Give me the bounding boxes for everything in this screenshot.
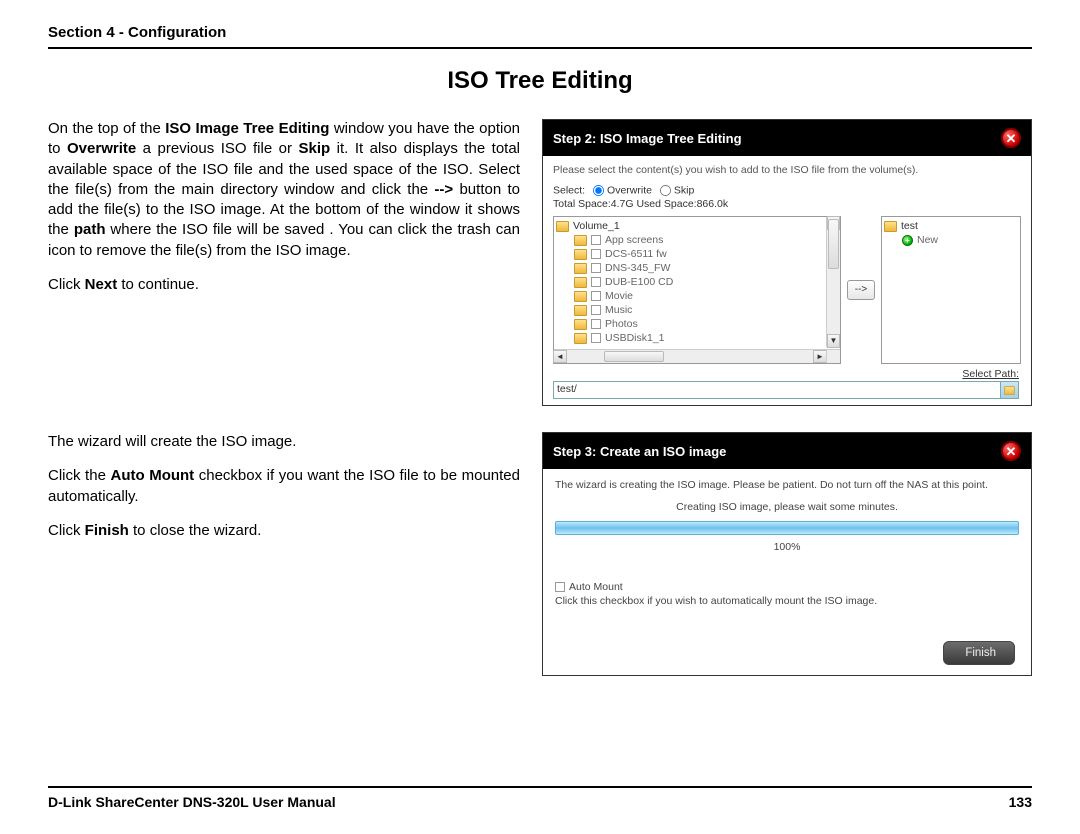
- scroll-down-icon[interactable]: ▼: [827, 334, 840, 348]
- target-tree[interactable]: test + New: [881, 216, 1021, 364]
- checkbox[interactable]: [591, 249, 601, 259]
- select-path-label: Select Path:: [553, 368, 1019, 380]
- step2-header: Step 2: ISO Image Tree Editing ✕: [543, 120, 1031, 156]
- tree-root[interactable]: Volume_1: [556, 219, 838, 233]
- close-icon[interactable]: ✕: [1001, 441, 1021, 461]
- checkbox[interactable]: [591, 319, 601, 329]
- step2-title: Step 2: ISO Image Tree Editing: [553, 131, 742, 146]
- folder-icon: [556, 221, 569, 232]
- folder-icon: [884, 221, 897, 232]
- step2-instruction: Please select the content(s) you wish to…: [553, 164, 1021, 176]
- overwrite-radio[interactable]: [593, 185, 604, 196]
- folder-icon: [574, 277, 587, 288]
- close-icon[interactable]: ✕: [1001, 128, 1021, 148]
- tree-item[interactable]: Music: [556, 303, 838, 317]
- step2-panel: Step 2: ISO Image Tree Editing ✕ Please …: [542, 119, 1032, 406]
- creating-label: Creating ISO image, please wait some min…: [555, 501, 1019, 513]
- folder-icon: [574, 305, 587, 316]
- step3-panel: Step 3: Create an ISO image ✕ The wizard…: [542, 432, 1032, 676]
- page-number: 133: [1009, 794, 1032, 810]
- scroll-thumb[interactable]: [828, 219, 839, 269]
- folder-icon: [574, 333, 587, 344]
- skip-radio[interactable]: [660, 185, 671, 196]
- scroll-corner: [826, 349, 840, 363]
- checkbox[interactable]: [591, 263, 601, 273]
- scroll-right-icon[interactable]: ►: [813, 350, 827, 363]
- checkbox[interactable]: [591, 235, 601, 245]
- progress-bar: [555, 521, 1019, 535]
- paragraph-5: Click Finish to close the wizard.: [48, 521, 520, 541]
- checkbox[interactable]: [591, 291, 601, 301]
- folder-icon: [574, 291, 587, 302]
- horizontal-scrollbar[interactable]: ◄ ►: [554, 349, 826, 363]
- step3-title: Step 3: Create an ISO image: [553, 444, 726, 459]
- add-icon: +: [902, 235, 913, 246]
- source-tree[interactable]: Volume_1 App screens DCS-6511 fw DNS-345…: [553, 216, 841, 364]
- folder-icon: [1004, 386, 1014, 395]
- tree-item[interactable]: Movie: [556, 289, 838, 303]
- tree-item[interactable]: DNS-345_FW: [556, 261, 838, 275]
- description-block-2: The wizard will create the ISO image. Cl…: [48, 432, 520, 676]
- tree-item[interactable]: App screens: [556, 233, 838, 247]
- folder-icon: [574, 263, 587, 274]
- paragraph-2: Click Next to continue.: [48, 275, 520, 295]
- checkbox[interactable]: [591, 333, 601, 343]
- description-block-1: On the top of the ISO Image Tree Editing…: [48, 119, 520, 406]
- page-title: ISO Tree Editing: [48, 67, 1032, 95]
- automount-checkbox[interactable]: [555, 582, 565, 592]
- page-footer: D-Link ShareCenter DNS-320L User Manual …: [48, 786, 1032, 810]
- folder-icon: [574, 235, 587, 246]
- tree-item-new[interactable]: + New: [884, 233, 1018, 247]
- tree-item[interactable]: Photos: [556, 317, 838, 331]
- automount-row: Auto Mount: [555, 581, 1019, 593]
- browse-path-button[interactable]: [1000, 382, 1018, 398]
- tree-root[interactable]: test: [884, 219, 1018, 233]
- folder-icon: [574, 319, 587, 330]
- manual-name: D-Link ShareCenter DNS-320L User Manual: [48, 794, 336, 810]
- tree-item[interactable]: DCS-6511 fw: [556, 247, 838, 261]
- checkbox[interactable]: [591, 305, 601, 315]
- automount-description: Click this checkbox if you wish to autom…: [555, 595, 1019, 607]
- path-input[interactable]: test/: [553, 381, 1019, 399]
- section-header: Section 4 - Configuration: [48, 24, 1032, 49]
- automount-label: Auto Mount: [569, 581, 623, 593]
- tree-item[interactable]: DUB-E100 CD: [556, 275, 838, 289]
- folder-icon: [574, 249, 587, 260]
- tree-item[interactable]: USBDisk1_1: [556, 331, 838, 345]
- progress-percent: 100%: [555, 541, 1019, 553]
- step3-instruction: The wizard is creating the ISO image. Pl…: [555, 479, 1019, 491]
- checkbox[interactable]: [591, 277, 601, 287]
- space-info: Total Space:4.7G Used Space:866.0k: [553, 198, 1021, 210]
- paragraph-3: The wizard will create the ISO image.: [48, 432, 520, 452]
- paragraph-1: On the top of the ISO Image Tree Editing…: [48, 119, 520, 261]
- path-value: test/: [554, 382, 1000, 398]
- vertical-scrollbar[interactable]: ▲ ▼: [826, 217, 840, 347]
- step3-header: Step 3: Create an ISO image ✕: [543, 433, 1031, 469]
- paragraph-4: Click the Auto Mount checkbox if you wan…: [48, 466, 520, 507]
- finish-button[interactable]: Finish: [943, 641, 1015, 665]
- select-mode-row: Select: Overwrite Skip: [553, 184, 1021, 197]
- add-to-iso-button[interactable]: -->: [847, 280, 875, 300]
- scroll-thumb[interactable]: [604, 351, 664, 362]
- scroll-left-icon[interactable]: ◄: [553, 350, 567, 363]
